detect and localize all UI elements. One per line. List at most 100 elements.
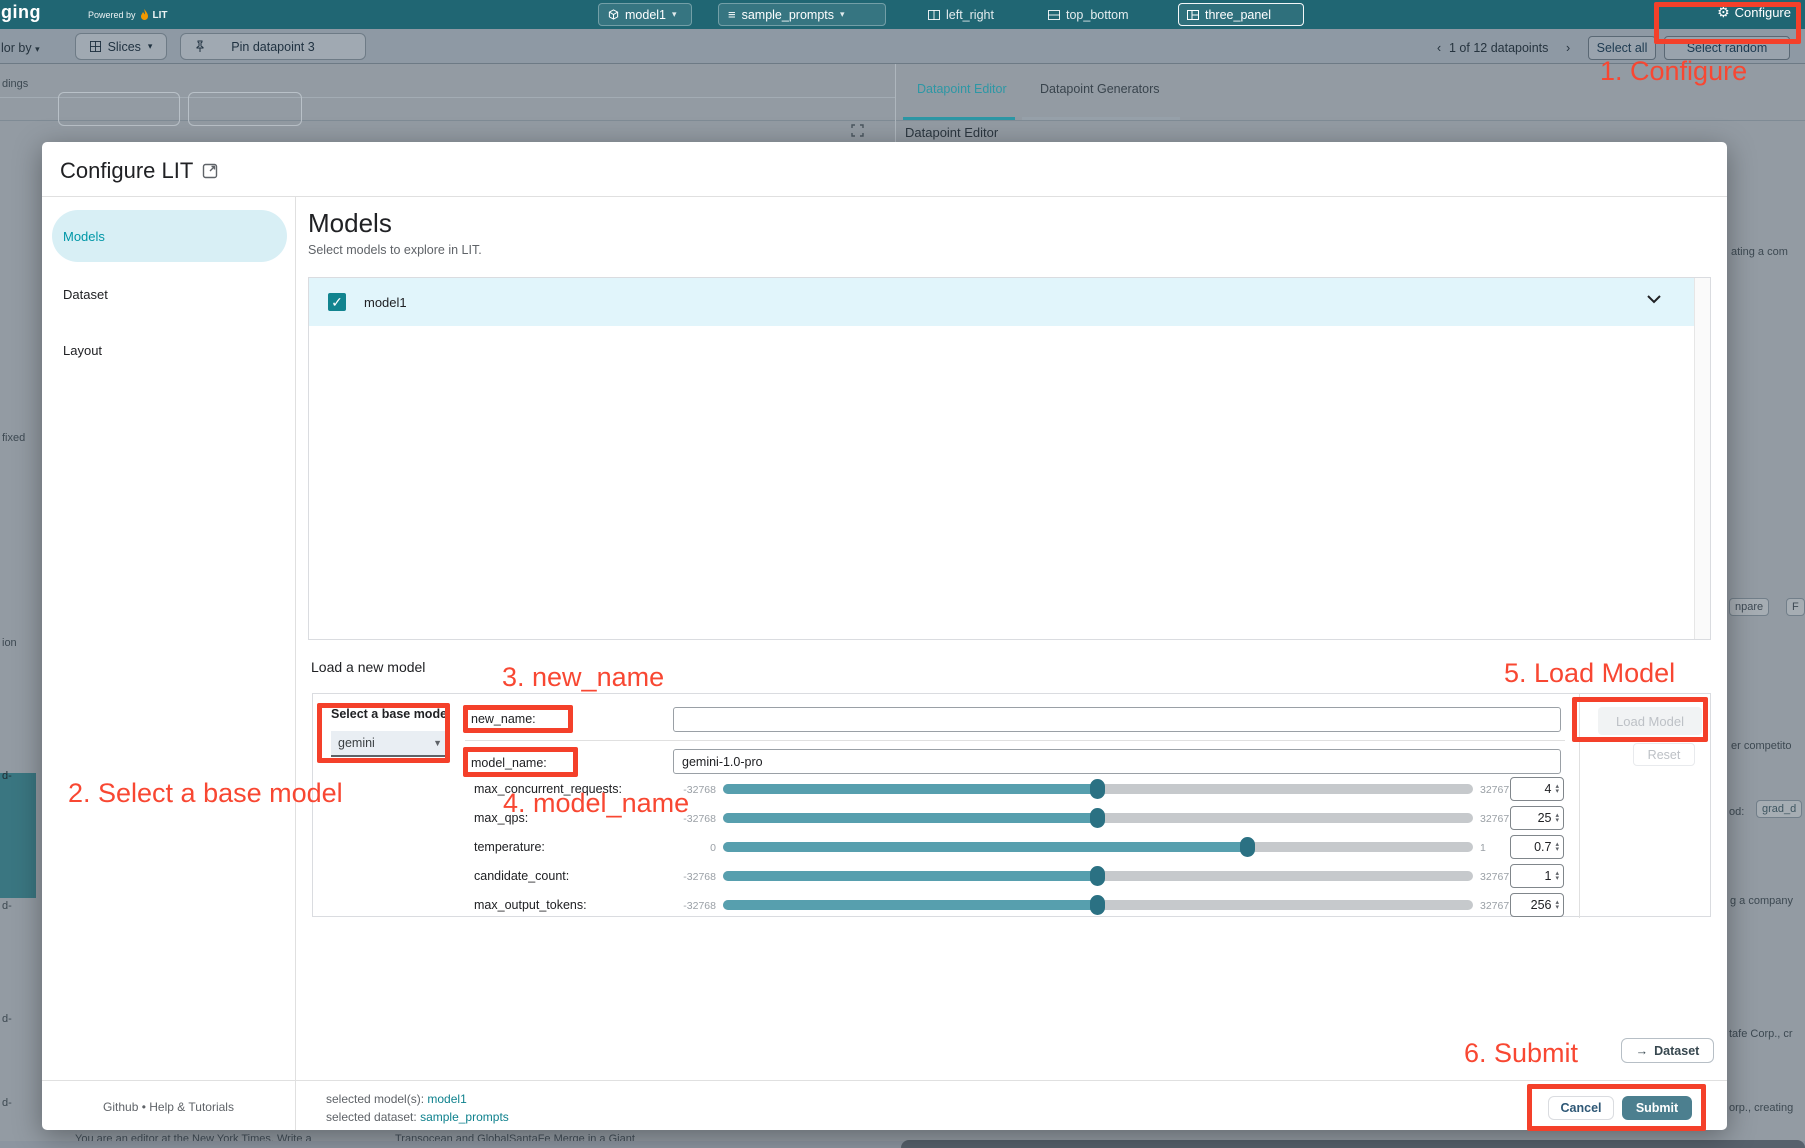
layout-button-left-right[interactable]: left_right — [920, 3, 1032, 26]
background-chip — [58, 92, 180, 126]
select-all-button[interactable]: Select all — [1588, 36, 1656, 60]
selected-dataset-link[interactable]: sample_prompts — [420, 1110, 509, 1124]
model-row-label: model1 — [364, 295, 407, 310]
reset-button[interactable]: Reset — [1633, 743, 1695, 766]
pin-icon — [195, 40, 205, 53]
selected-model-line: selected model(s): model1 — [326, 1092, 467, 1106]
caret-down-icon: ▾ — [35, 44, 40, 54]
number-input[interactable]: 1 ▴▾ — [1510, 864, 1564, 888]
selected-model-link[interactable]: model1 — [427, 1092, 466, 1106]
slider-track[interactable] — [723, 784, 1473, 794]
app-logo: ging — [1, 2, 41, 23]
load-model-form: Select a base model gemini ▼ new_name: m… — [312, 693, 1711, 917]
model-cube-icon — [608, 9, 619, 20]
right-fragment: er competito — [1731, 740, 1792, 752]
slider-row-candidate-count: candidate_count: -32768 32767 1 ▴▾ — [474, 864, 1594, 888]
model-checkbox[interactable]: ✓ — [328, 293, 346, 311]
dataset-selector-button[interactable]: ≡ sample_prompts ▾ — [718, 3, 886, 26]
app-header: ging Powered by LIT model1 ▾ ≡ sample_pr… — [0, 0, 1805, 29]
dataset-shortcut-button[interactable]: → Dataset — [1621, 1038, 1714, 1063]
right-fragment-button[interactable]: npare — [1729, 598, 1769, 616]
spinner-arrows-icon[interactable]: ▴▾ — [1555, 842, 1559, 852]
slider-track[interactable] — [723, 842, 1473, 852]
sidebar-item-dataset[interactable]: Dataset — [63, 287, 108, 302]
slider-knob[interactable] — [1090, 808, 1105, 828]
right-fragment: ating a com — [1731, 246, 1788, 258]
cancel-button[interactable]: Cancel — [1548, 1096, 1614, 1120]
tab-datapoint-editor[interactable]: Datapoint Editor — [917, 82, 1007, 96]
base-model-select[interactable]: gemini ▼ — [331, 731, 449, 757]
slider-knob[interactable] — [1240, 837, 1255, 857]
sidebar-item-layout[interactable]: Layout — [63, 343, 102, 358]
slider-track[interactable] — [723, 871, 1473, 881]
number-input[interactable]: 0.7 ▴▾ — [1510, 835, 1564, 859]
arrow-right-icon: → — [1636, 1044, 1649, 1058]
models-list: ✓ model1 — [308, 277, 1711, 640]
left-fragment: dings — [2, 78, 28, 90]
slider-track[interactable] — [723, 900, 1473, 910]
spinner-arrows-icon[interactable]: ▴▾ — [1555, 900, 1559, 910]
layout-three-panel-icon — [1187, 10, 1199, 20]
right-fragment: orp., creating — [1729, 1102, 1793, 1114]
configure-label: Configure — [1735, 5, 1791, 20]
dataset-selector-label: sample_prompts — [742, 8, 834, 22]
base-model-label: Select a base model — [331, 707, 451, 721]
right-fragment-button[interactable]: grad_d — [1756, 800, 1802, 818]
left-fragment: ion — [2, 637, 17, 649]
layout-button-top-bottom[interactable]: top_bottom — [1040, 3, 1166, 26]
new-name-input[interactable] — [673, 707, 1561, 732]
right-fragment: od: — [1729, 806, 1744, 818]
selected-row-highlight — [0, 773, 36, 898]
datapoint-pagination: 1 of 12 datapoints — [1449, 41, 1548, 55]
load-new-model-heading: Load a new model — [311, 659, 425, 675]
slider-row-max-qps: max_qps: -32768 32767 25 ▴▾ — [474, 806, 1594, 830]
slider-knob[interactable] — [1090, 779, 1105, 799]
external-link-icon[interactable] — [202, 163, 218, 179]
number-input[interactable]: 25 ▴▾ — [1510, 806, 1564, 830]
github-link[interactable]: Github — [103, 1100, 138, 1114]
slices-button[interactable]: Slices ▾ — [75, 33, 167, 60]
dot-separator: • — [142, 1100, 146, 1114]
model-selector-button[interactable]: model1 ▾ — [598, 3, 692, 26]
models-list-scrollbar[interactable] — [1694, 278, 1710, 639]
pin-datapoint-label: Pin datapoint 3 — [231, 40, 314, 54]
select-random-button[interactable]: Select random — [1664, 36, 1790, 60]
submit-button[interactable]: Submit — [1622, 1096, 1692, 1120]
sidebar-item-models[interactable]: Models — [52, 210, 287, 262]
panel-title: Datapoint Editor — [905, 125, 998, 140]
chevron-down-icon[interactable] — [1647, 295, 1661, 304]
slider-row-temperature: temperature: 0 1 0.7 ▴▾ — [474, 835, 1594, 859]
model-name-input[interactable] — [673, 749, 1561, 774]
number-input[interactable]: 4 ▴▾ — [1510, 777, 1564, 801]
spinner-arrows-icon[interactable]: ▴▾ — [1555, 871, 1559, 881]
dropdown-arrow-icon: ▼ — [433, 738, 442, 748]
left-fragment: d- — [2, 900, 12, 912]
selected-dataset-line: selected dataset: sample_prompts — [326, 1110, 509, 1124]
spinner-arrows-icon[interactable]: ▴▾ — [1555, 784, 1559, 794]
number-input[interactable]: 256 ▴▾ — [1510, 893, 1564, 917]
color-by-dropdown[interactable]: lor by ▾ — [1, 41, 40, 55]
right-fragment-button[interactable]: F — [1786, 598, 1805, 616]
tab-datapoint-generators[interactable]: Datapoint Generators — [1040, 82, 1160, 96]
spinner-arrows-icon[interactable]: ▴▾ — [1555, 813, 1559, 823]
configure-button[interactable]: ⚙ Configure — [1717, 4, 1791, 21]
prev-datapoint-button[interactable]: ‹ — [1437, 41, 1441, 55]
flame-icon — [140, 9, 149, 21]
left-fragment: fixed — [2, 432, 25, 444]
layout-button-three-panel[interactable]: three_panel — [1178, 3, 1304, 26]
models-subtitle: Select models to explore in LIT. — [308, 243, 482, 257]
layout-left-right-icon — [928, 10, 940, 20]
slider-knob[interactable] — [1090, 895, 1105, 915]
load-model-button[interactable]: Load Model — [1598, 707, 1702, 735]
next-datapoint-button[interactable]: › — [1566, 41, 1570, 55]
model-selector-label: model1 — [625, 8, 666, 22]
slider-track[interactable] — [723, 813, 1473, 823]
slider-knob[interactable] — [1090, 866, 1105, 886]
footer-links: Github • Help & Tutorials — [42, 1100, 295, 1114]
expand-icon[interactable] — [851, 124, 864, 137]
help-tutorials-link[interactable]: Help & Tutorials — [149, 1100, 234, 1114]
caret-down-icon: ▾ — [672, 9, 677, 20]
pin-datapoint-button[interactable]: Pin datapoint 3 — [180, 33, 366, 60]
left-fragment: d- — [2, 1097, 12, 1109]
model-row-model1[interactable]: ✓ model1 — [309, 278, 1695, 326]
